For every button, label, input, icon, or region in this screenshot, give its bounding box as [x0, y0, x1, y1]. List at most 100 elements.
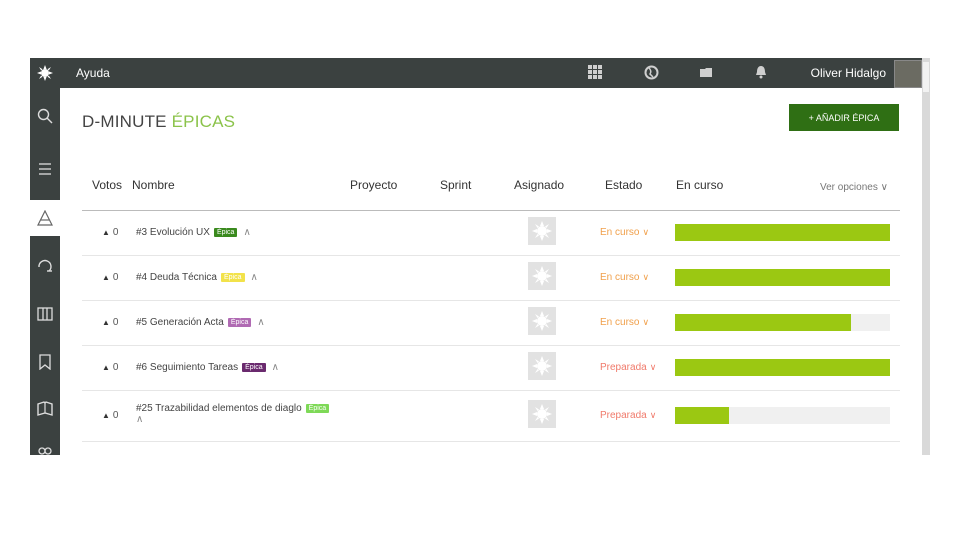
upvote-icon[interactable]: ▲: [102, 318, 110, 327]
epic-name-cell: #6 Seguimiento Tareas Épica ∧: [136, 362, 279, 373]
view-options-label: Ver opciones: [820, 182, 878, 193]
status-dropdown[interactable]: Preparada ∨: [600, 362, 656, 373]
vote-count: 0: [112, 362, 119, 373]
table-row[interactable]: ▲ 0 #4 Deuda Técnica Épica ∧ En curso ∨: [82, 255, 900, 301]
epic-tag: Épica: [213, 228, 238, 237]
apps-grid-icon[interactable]: [588, 65, 604, 81]
menu-icon[interactable]: [30, 151, 60, 187]
epic-name-cell: #5 Generación Acta Épica ∧: [136, 317, 265, 328]
col-status[interactable]: Estado: [605, 178, 642, 192]
vote-button[interactable]: ▲ 0: [102, 317, 118, 328]
epic-link[interactable]: #5 Generación Acta: [136, 317, 224, 328]
page-title-accent: ÉPICAS: [171, 112, 236, 131]
table-row[interactable]: ▲ 0 #6 Seguimiento Tareas Épica ∧ Preparada…: [82, 345, 900, 391]
epic-link[interactable]: #6 Seguimiento Tareas: [136, 362, 238, 373]
col-votes[interactable]: Votos: [92, 178, 122, 192]
col-sprint[interactable]: Sprint: [440, 178, 471, 192]
chevron-down-icon: ∨: [642, 227, 650, 237]
status-label: En curso: [600, 317, 640, 328]
upvote-icon[interactable]: ▲: [102, 273, 110, 282]
epics-icon[interactable]: [30, 200, 60, 236]
col-name[interactable]: Nombre: [132, 178, 175, 192]
app-window: Ayuda Oliver Hidalgo D-MINUTE ÉPICAS + A…: [30, 58, 930, 455]
vote-button[interactable]: ▲ 0: [102, 227, 118, 238]
search-icon[interactable]: [30, 98, 60, 134]
scrollbar[interactable]: [922, 58, 930, 455]
vote-button[interactable]: ▲ 0: [102, 362, 118, 373]
table-row[interactable]: ▲ 0 #25 Trazabilidad elementos de diaglo É…: [82, 390, 900, 442]
chevron-up-icon[interactable]: ∧: [251, 272, 258, 283]
book-icon[interactable]: [30, 391, 60, 427]
progress-bar: [675, 407, 890, 424]
epic-name-cell: #3 Evolución UX Épica ∧: [136, 227, 251, 238]
vote-count: 0: [112, 272, 119, 283]
vote-count: 0: [112, 410, 119, 421]
chevron-down-icon: ∨: [649, 410, 657, 420]
epic-link[interactable]: #3 Evolución UX: [136, 227, 210, 238]
assignee-avatar[interactable]: [528, 217, 556, 245]
col-progress[interactable]: En curso: [676, 178, 723, 192]
vote-button[interactable]: ▲ 0: [102, 410, 118, 421]
bookmark-icon[interactable]: [30, 344, 60, 380]
help-link[interactable]: Ayuda: [76, 66, 110, 80]
chevron-up-icon[interactable]: ∧: [272, 362, 279, 373]
status-dropdown[interactable]: En curso ∨: [600, 317, 649, 328]
col-project[interactable]: Proyecto: [350, 178, 397, 192]
assignee-avatar[interactable]: [528, 352, 556, 380]
progress-fill: [675, 269, 890, 286]
refresh-icon[interactable]: [30, 248, 60, 284]
epic-tag: Épica: [227, 318, 252, 327]
bell-icon[interactable]: [754, 65, 770, 81]
columns-icon[interactable]: [30, 296, 60, 332]
epic-link[interactable]: #25 Trazabilidad elementos de diaglo: [136, 403, 302, 414]
table-row[interactable]: ▲ 0 #5 Generación Acta Épica ∧ En curso ∨: [82, 300, 900, 346]
page-title: D-MINUTE ÉPICAS: [82, 112, 235, 132]
folder-icon[interactable]: [699, 65, 715, 81]
progress-fill: [675, 359, 890, 376]
progress-fill: [675, 224, 890, 241]
progress-fill: [675, 314, 852, 331]
top-bar: Ayuda Oliver Hidalgo: [30, 58, 930, 88]
assignee-avatar[interactable]: [528, 307, 556, 335]
progress-bar: [675, 359, 890, 376]
col-assigned[interactable]: Asignado: [514, 178, 564, 192]
upvote-icon[interactable]: ▲: [102, 228, 110, 237]
epic-link[interactable]: #4 Deuda Técnica: [136, 272, 217, 283]
vote-count: 0: [112, 317, 119, 328]
progress-bar: [675, 269, 890, 286]
table-header: Votos Nombre Proyecto Sprint Asignado Es…: [82, 168, 900, 211]
sidebar: [30, 88, 60, 455]
upvote-icon[interactable]: ▲: [102, 363, 110, 372]
status-dropdown[interactable]: En curso ∨: [600, 272, 649, 283]
scrollbar-thumb[interactable]: [923, 62, 929, 92]
status-dropdown[interactable]: Preparada ∨: [600, 410, 656, 421]
user-name[interactable]: Oliver Hidalgo: [811, 66, 886, 80]
chevron-down-icon: ∨: [642, 317, 650, 327]
epic-tag: Épica: [305, 404, 330, 413]
chevron-up-icon[interactable]: ∧: [243, 227, 250, 238]
table-row[interactable]: ▲ 0 #3 Evolución UX Épica ∧ En curso ∨: [82, 210, 900, 256]
epic-name-cell: #25 Trazabilidad elementos de diaglo Épic…: [136, 403, 356, 425]
epic-name-cell: #4 Deuda Técnica Épica ∧: [136, 272, 258, 283]
add-epic-button[interactable]: + AÑADIR ÉPICA: [789, 104, 899, 131]
chevron-down-icon: ∨: [649, 362, 657, 372]
world-icon[interactable]: [644, 65, 660, 81]
avatar[interactable]: [894, 60, 922, 88]
upvote-icon[interactable]: ▲: [102, 411, 110, 420]
status-dropdown[interactable]: En curso ∨: [600, 227, 649, 238]
progress-fill: [675, 407, 729, 424]
assignee-avatar[interactable]: [528, 400, 556, 428]
chevron-up-icon[interactable]: ∧: [257, 317, 264, 328]
team-icon[interactable]: [30, 433, 60, 455]
epic-tag: Épica: [242, 363, 266, 372]
chevron-up-icon[interactable]: ∧: [136, 414, 143, 425]
page-title-prefix: D-MINUTE: [82, 112, 167, 131]
status-label: En curso: [600, 272, 640, 283]
logo-icon[interactable]: [30, 58, 60, 88]
chevron-down-icon: ∨: [642, 272, 650, 282]
chevron-down-icon: ∨: [880, 182, 888, 193]
view-options-dropdown[interactable]: Ver opciones ∨: [820, 182, 888, 193]
vote-button[interactable]: ▲ 0: [102, 272, 118, 283]
assignee-avatar[interactable]: [528, 262, 556, 290]
epic-tag: Épica: [220, 273, 245, 282]
